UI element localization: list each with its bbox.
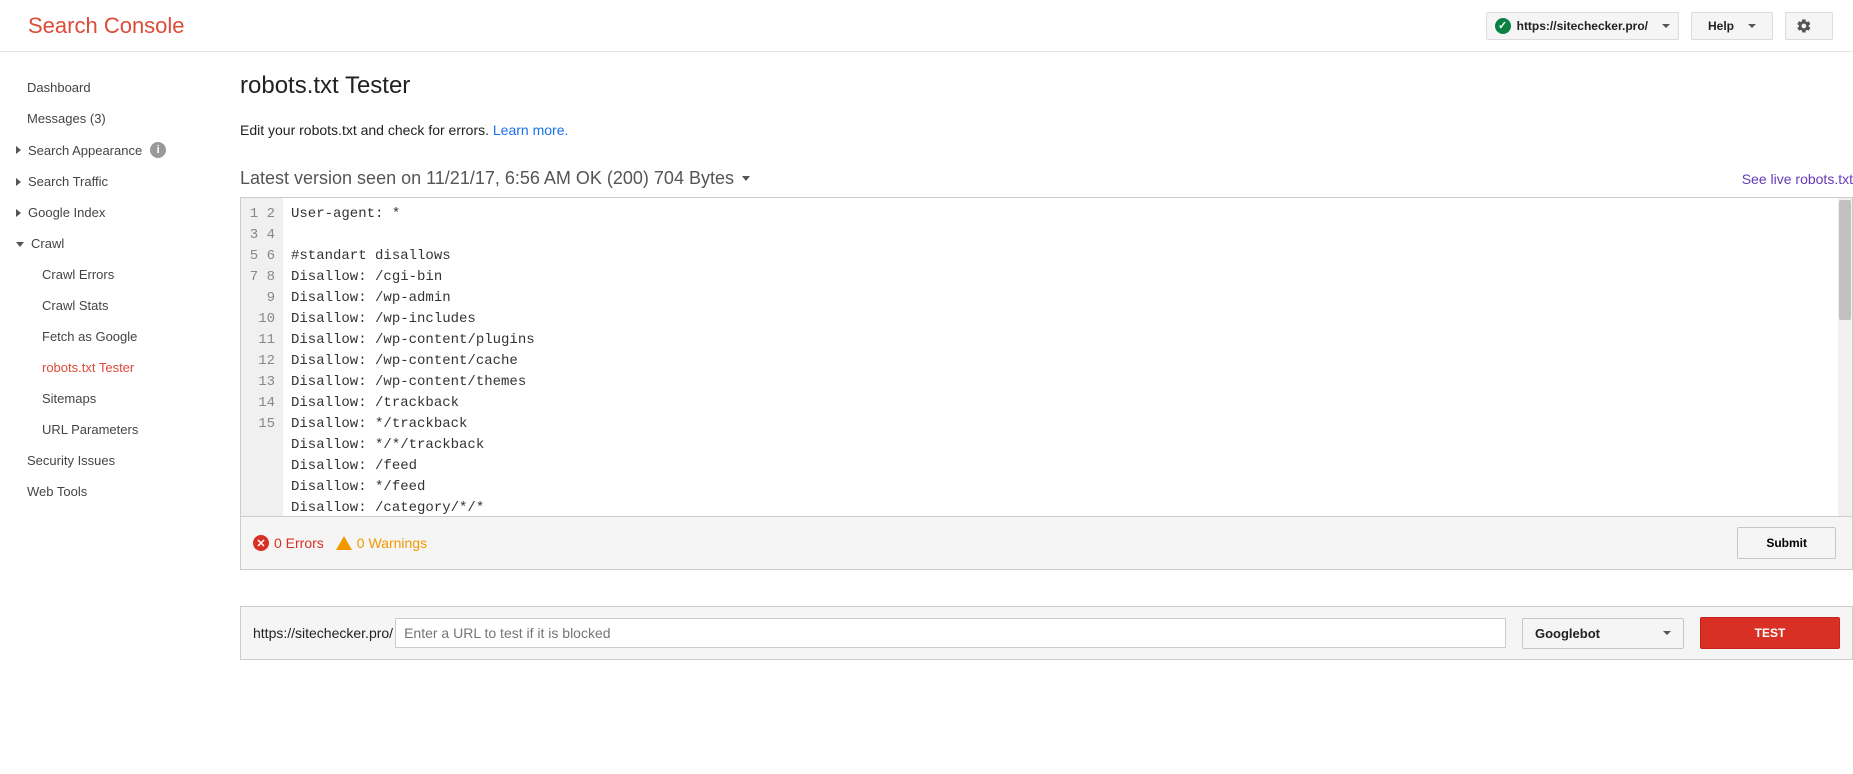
- page-title: robots.txt Tester: [240, 72, 1853, 100]
- scrollbar[interactable]: [1838, 198, 1852, 516]
- sidebar-item-url-params[interactable]: URL Parameters: [0, 414, 210, 445]
- warning-icon: [336, 536, 352, 550]
- version-dropdown[interactable]: Latest version seen on 11/21/17, 6:56 AM…: [240, 168, 1742, 189]
- gear-icon: [1796, 18, 1812, 34]
- sidebar-item-sitemaps[interactable]: Sitemaps: [0, 383, 210, 414]
- scrollbar-thumb[interactable]: [1839, 200, 1851, 320]
- info-icon: i: [150, 142, 166, 158]
- app-logo[interactable]: Search Console: [28, 13, 1486, 39]
- sidebar-item-dashboard[interactable]: Dashboard: [0, 72, 210, 103]
- learn-more-link[interactable]: Learn more.: [493, 122, 568, 138]
- sidebar-item-crawl-stats[interactable]: Crawl Stats: [0, 290, 210, 321]
- code-content[interactable]: User-agent: * #standart disallows Disall…: [283, 198, 1852, 516]
- verified-icon: ✓: [1495, 18, 1511, 34]
- sidebar-group-label: Google Index: [28, 205, 105, 220]
- sidebar-group-search-traffic[interactable]: Search Traffic: [0, 166, 210, 197]
- settings-button[interactable]: [1785, 12, 1833, 40]
- line-gutter: 1 2 3 4 5 6 7 8 9 10 11 12 13 14 15: [241, 198, 283, 516]
- page-subtitle: Edit your robots.txt and check for error…: [240, 122, 1853, 138]
- warnings-count: 0 Warnings: [357, 535, 427, 551]
- sidebar-item-messages[interactable]: Messages (3): [0, 103, 210, 134]
- subtitle-text: Edit your robots.txt and check for error…: [240, 122, 493, 138]
- chevron-right-icon: [16, 178, 21, 186]
- sidebar-item-web-tools[interactable]: Web Tools: [0, 476, 210, 507]
- version-label: Latest version seen on 11/21/17, 6:56 AM…: [240, 168, 734, 189]
- sidebar: Dashboard Messages (3) Search Appearance…: [0, 52, 210, 680]
- property-selector[interactable]: ✓ https://sitechecker.pro/: [1486, 12, 1679, 40]
- status-bar: ✕ 0 Errors 0 Warnings Submit: [240, 517, 1853, 570]
- sidebar-item-security[interactable]: Security Issues: [0, 445, 210, 476]
- errors-count: 0 Errors: [274, 535, 324, 551]
- chevron-right-icon: [16, 146, 21, 154]
- sidebar-group-label: Search Traffic: [28, 174, 108, 189]
- chevron-down-icon: [16, 242, 24, 247]
- test-url-input[interactable]: [395, 618, 1506, 648]
- bot-select[interactable]: Googlebot: [1522, 618, 1684, 649]
- sidebar-item-robots-tester[interactable]: robots.txt Tester: [0, 352, 210, 383]
- property-url: https://sitechecker.pro/: [1517, 19, 1648, 33]
- help-button[interactable]: Help: [1691, 12, 1773, 40]
- chevron-right-icon: [16, 209, 21, 217]
- chevron-down-icon: [1662, 24, 1670, 28]
- url-prefix: https://sitechecker.pro/: [253, 625, 395, 641]
- test-bar: https://sitechecker.pro/ Googlebot TEST: [240, 606, 1853, 660]
- chevron-down-icon: [1663, 631, 1671, 635]
- bot-label: Googlebot: [1535, 626, 1600, 641]
- sidebar-group-label: Crawl: [31, 236, 64, 251]
- robots-editor[interactable]: 1 2 3 4 5 6 7 8 9 10 11 12 13 14 15 User…: [240, 197, 1853, 517]
- chevron-down-icon: [742, 176, 750, 181]
- test-button[interactable]: TEST: [1700, 617, 1840, 649]
- chevron-down-icon: [1748, 24, 1756, 28]
- sidebar-item-fetch[interactable]: Fetch as Google: [0, 321, 210, 352]
- error-icon: ✕: [253, 535, 269, 551]
- sidebar-group-search-appearance[interactable]: Search Appearance i: [0, 134, 210, 166]
- sidebar-group-label: Search Appearance: [28, 143, 142, 158]
- sidebar-group-google-index[interactable]: Google Index: [0, 197, 210, 228]
- live-robots-link[interactable]: See live robots.txt: [1742, 171, 1853, 187]
- sidebar-item-crawl-errors[interactable]: Crawl Errors: [0, 259, 210, 290]
- help-label: Help: [1708, 19, 1734, 33]
- submit-button[interactable]: Submit: [1737, 527, 1836, 559]
- sidebar-group-crawl[interactable]: Crawl: [0, 228, 210, 259]
